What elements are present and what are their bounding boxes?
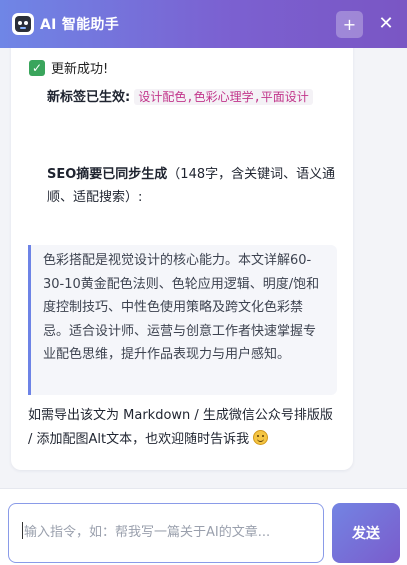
prompt-input[interactable]: 输入指令，如：帮我写一篇关于AI的文章... bbox=[8, 503, 324, 563]
tags-value: 设计配色,色彩心理学,平面设计 bbox=[134, 89, 313, 105]
close-icon[interactable]: ✕ bbox=[377, 15, 395, 33]
success-text: 更新成功! bbox=[51, 62, 109, 77]
smile-icon bbox=[253, 429, 269, 445]
seo-summary-quote: 色彩搭配是视觉设计的核心能力。本文详解60-30-10黄金配色法则、色轮应用逻辑… bbox=[28, 245, 337, 395]
robot-icon bbox=[12, 13, 34, 35]
prompt-placeholder: 输入指令，如：帮我写一篇关于AI的文章... bbox=[24, 525, 271, 540]
seo-label: SEO摘要已同步生成 bbox=[47, 167, 168, 182]
text-caret bbox=[22, 522, 23, 539]
send-button[interactable]: 发送 bbox=[332, 503, 400, 563]
app-header: AI 智能助手 + ✕ bbox=[0, 0, 407, 48]
check-icon: ✓ bbox=[29, 59, 45, 76]
followup-text: 如需导出该文为 Markdown / 生成微信公众号排版版 / 添加配图Alt文… bbox=[28, 404, 340, 451]
followup-body: 如需导出该文为 Markdown / 生成微信公众号排版版 / 添加配图Alt文… bbox=[28, 408, 333, 447]
success-line: ✓ 更新成功! bbox=[29, 58, 108, 77]
input-bar: 输入指令，如：帮我写一篇关于AI的文章... 发送 bbox=[0, 488, 407, 565]
seo-line: SEO摘要已同步生成（148字，含关键词、语义通顺、适配搜索）: bbox=[47, 163, 337, 209]
tags-line: 新标签已生效: 设计配色,色彩心理学,平面设计 bbox=[47, 86, 337, 109]
tags-label: 新标签已生效: bbox=[47, 90, 131, 105]
new-chat-button[interactable]: + bbox=[336, 10, 363, 38]
app-title: AI 智能助手 bbox=[40, 17, 120, 33]
